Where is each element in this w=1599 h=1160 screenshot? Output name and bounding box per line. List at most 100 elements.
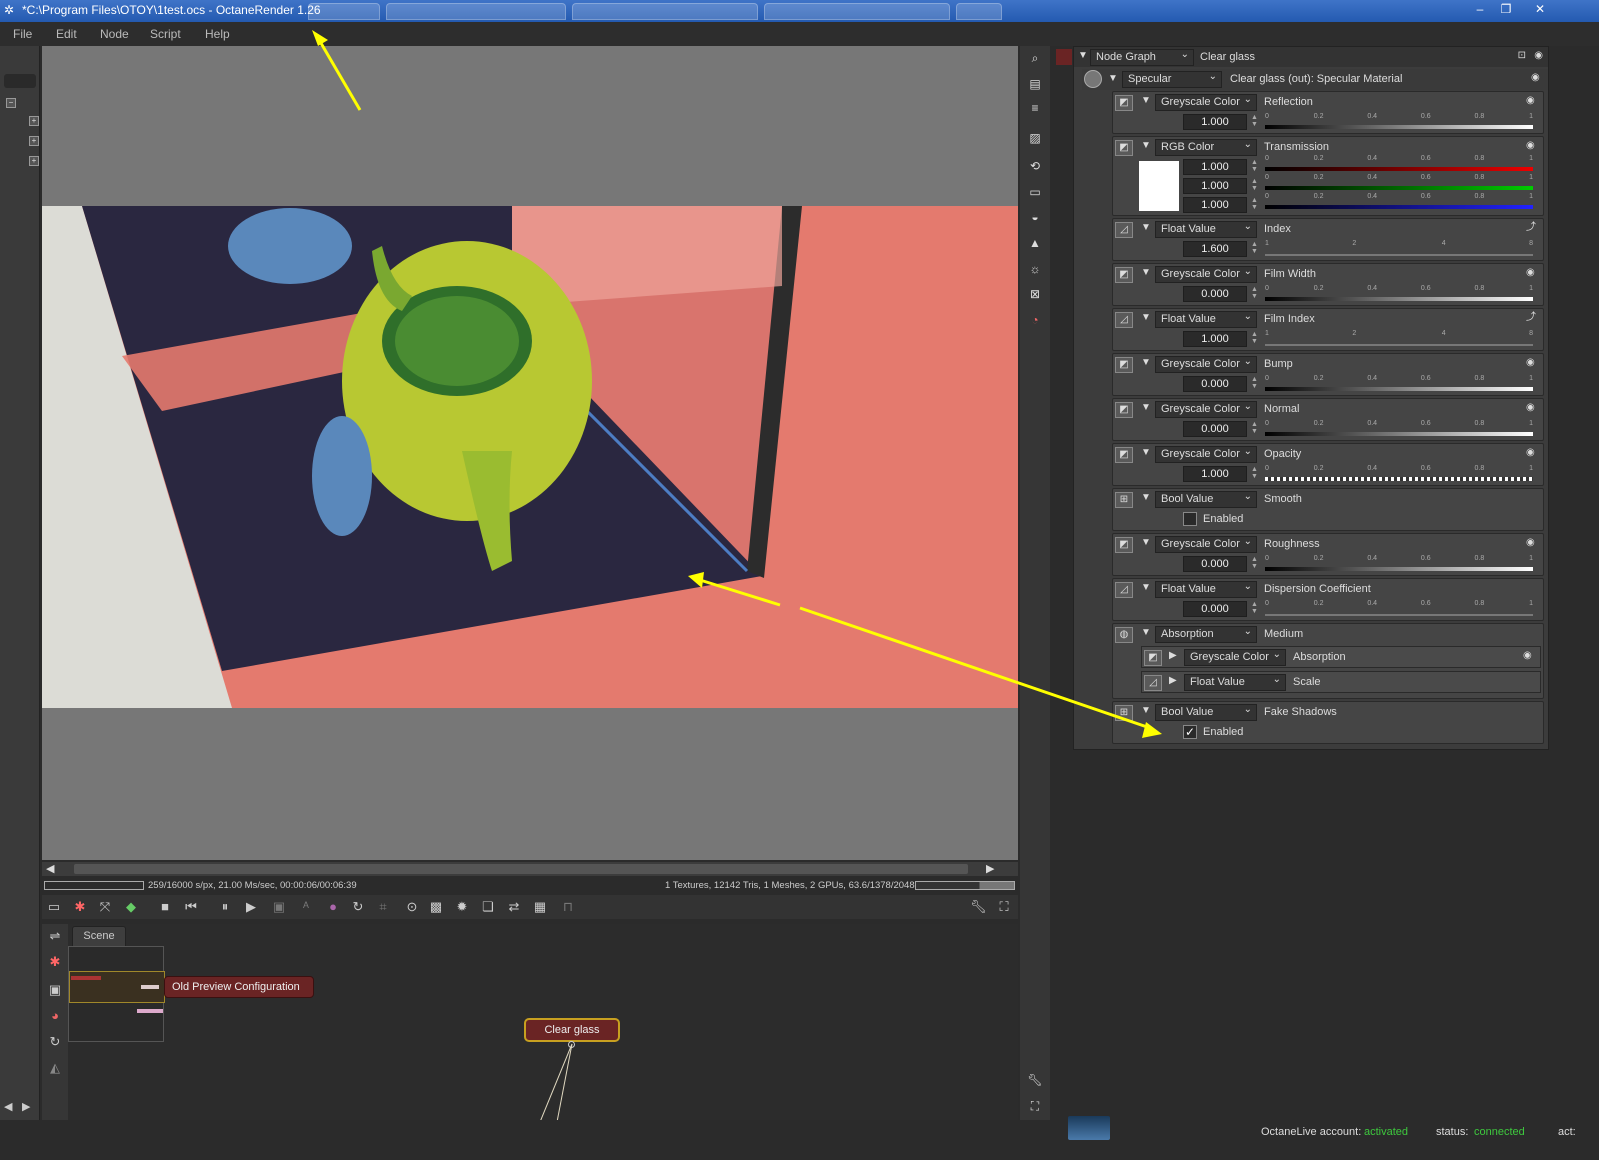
expand-icon[interactable]: + (29, 156, 39, 166)
type-dropdown[interactable]: Greyscale Color (1155, 444, 1257, 463)
value-slider[interactable]: 1 2 4 8 (1265, 240, 1533, 256)
scroll-thumb[interactable] (74, 864, 968, 874)
collapse-triangle-icon[interactable]: ▼ (1141, 312, 1151, 323)
menu-edit[interactable]: Edit (56, 27, 77, 41)
fullscreen-icon[interactable]: ⛶ (996, 899, 1012, 915)
value-slider[interactable]: 0 0.2 0.4 0.6 0.8 1 (1265, 285, 1533, 301)
value-input[interactable]: 1.600 (1183, 241, 1247, 257)
save-image-icon[interactable]: ▦ (532, 899, 548, 915)
collapse-triangle-icon[interactable]: ▼ (1141, 447, 1151, 458)
sun-icon[interactable]: ☼ (1027, 261, 1043, 277)
value-input[interactable]: 0.000 (1183, 286, 1247, 302)
green-slider[interactable]: 0 0.2 0.4 0.6 0.8 1 (1265, 174, 1533, 190)
node-old-preview-configuration[interactable]: Old Preview Configuration (164, 976, 314, 998)
search-node-icon[interactable]: ⌕ (1027, 50, 1043, 66)
refresh-icon[interactable]: ↻ (350, 899, 366, 915)
material-icon[interactable]: ◕ (47, 1008, 63, 1024)
spin-icon[interactable]: ▲ ▼ (1251, 178, 1259, 194)
viewport-scrollbar[interactable]: ◀ ▶ (42, 862, 1018, 876)
value-input[interactable]: 1.000 (1183, 114, 1247, 130)
value-slider[interactable]: 0 0.2 0.4 0.6 0.8 1 (1265, 600, 1533, 616)
lock-icon[interactable]: ⊓ (560, 899, 576, 915)
outliner-tab[interactable] (4, 74, 36, 88)
camera-icon[interactable]: ↻ (47, 1034, 63, 1050)
prev-icon[interactable]: ◀ (4, 1100, 12, 1113)
material-preview-icon[interactable]: ◔ (1027, 312, 1043, 328)
menu-help[interactable]: Help (205, 27, 230, 41)
collapse-triangle-icon[interactable]: ▼ (1141, 95, 1151, 106)
fake-shadows-checkbox[interactable]: ✓ (1183, 725, 1197, 739)
type-dropdown[interactable]: Greyscale Color (1155, 534, 1257, 553)
imager-icon[interactable]: ▲ (1027, 235, 1043, 251)
minimize-button[interactable]: – (1468, 1, 1492, 18)
camera-view-icon[interactable]: ▭ (46, 899, 62, 915)
type-dropdown[interactable]: RGB Color (1155, 137, 1257, 156)
type-dropdown[interactable]: Absorption (1155, 624, 1257, 643)
type-dropdown[interactable]: Greyscale Color (1155, 354, 1257, 373)
spin-icon[interactable]: ▲ ▼ (1251, 114, 1259, 130)
value-input[interactable]: 0.000 (1183, 421, 1247, 437)
render-viewport[interactable] (42, 46, 1018, 860)
render-settings-icon[interactable]: ▤ (1027, 76, 1043, 92)
collapse-triangle-icon[interactable]: ▼ (1078, 50, 1088, 61)
layers-icon[interactable]: ≡ (1027, 100, 1043, 116)
value-input[interactable]: 1.000 (1183, 466, 1247, 482)
type-dropdown[interactable]: Greyscale Color (1155, 264, 1257, 283)
spin-icon[interactable]: ▲ ▼ (1251, 331, 1259, 347)
value-slider[interactable]: 0 0.2 0.4 0.6 0.8 1 (1265, 465, 1533, 481)
zoom-icon[interactable]: ⊙ (404, 899, 420, 915)
eye-icon[interactable]: ◉ (1526, 538, 1538, 548)
eye-icon[interactable]: ◉ (1534, 50, 1543, 61)
type-dropdown[interactable]: Greyscale Color (1155, 399, 1257, 418)
node-graph-dropdown[interactable]: Node Graph (1090, 47, 1194, 66)
film-icon[interactable]: ▭ (1027, 184, 1043, 200)
eye-icon[interactable]: ◉ (1531, 73, 1543, 83)
type-dropdown[interactable]: Float Value (1184, 672, 1286, 691)
wrench-icon[interactable]: 🔧︎ (1027, 1072, 1043, 1088)
region-icon[interactable]: ⌗ (375, 899, 391, 915)
type-dropdown[interactable]: Float Value (1155, 579, 1257, 598)
value-input[interactable]: 1.000 (1183, 331, 1247, 347)
focus-picker-icon[interactable]: ⤧ (97, 899, 113, 915)
value-slider[interactable]: 0 0.2 0.4 0.6 0.8 1 (1265, 420, 1533, 436)
spin-icon[interactable]: ▲ ▼ (1251, 421, 1259, 437)
menu-node[interactable]: Node (100, 27, 129, 41)
collapse-triangle-icon[interactable]: ▼ (1141, 402, 1151, 413)
value-input[interactable]: 0.000 (1183, 601, 1247, 617)
value-input[interactable]: 0.000 (1183, 376, 1247, 392)
eye-icon[interactable]: ◉ (1526, 96, 1538, 106)
next-icon[interactable]: ▶ (22, 1100, 30, 1113)
value-slider[interactable]: 0 0.2 0.4 0.6 0.8 1 (1265, 555, 1533, 571)
expand-triangle-icon[interactable]: ▶ (1169, 650, 1177, 661)
eye-icon[interactable]: ◉ (1526, 403, 1538, 413)
reset-node-icon[interactable]: ✱ (47, 954, 63, 970)
collapse-triangle-icon[interactable]: ▼ (1141, 492, 1151, 503)
value-slider[interactable]: 0 0.2 0.4 0.6 0.8 1 (1265, 113, 1533, 129)
spin-icon[interactable]: ▲ ▼ (1251, 286, 1259, 302)
node-graph-area[interactable]: Scene Old Preview Configuration Clear gl… (42, 924, 1018, 1122)
expand-triangle-icon[interactable]: ▶ (1169, 675, 1177, 686)
expand-icon[interactable]: + (29, 116, 39, 126)
red-input[interactable]: 1.000 (1183, 159, 1247, 175)
environment-icon[interactable]: ◒ (1027, 209, 1043, 225)
collapse-triangle-icon[interactable]: ▼ (1141, 140, 1151, 151)
spin-icon[interactable]: ▲ ▼ (1251, 241, 1259, 257)
collapse-triangle-icon[interactable]: ▼ (1141, 627, 1151, 638)
collapse-triangle-icon[interactable]: ▼ (1141, 537, 1151, 548)
restart-icon[interactable]: ⏮ (183, 899, 199, 915)
wrench-icon[interactable]: 🔧︎ (970, 899, 987, 915)
arrange-icon[interactable]: ⇌ (47, 928, 63, 944)
value-slider[interactable]: 1 2 4 8 (1265, 330, 1533, 346)
value-slider[interactable]: 0 0.2 0.4 0.6 0.8 1 (1265, 375, 1533, 391)
fullscreen-icon[interactable]: ⛶ (1027, 1098, 1043, 1114)
color-swatch[interactable] (1139, 161, 1179, 211)
material-picker-icon[interactable]: ◆ (123, 899, 139, 915)
geometry-icon[interactable]: ◭ (47, 1060, 63, 1076)
blue-slider[interactable]: 0 0.2 0.4 0.6 0.8 1 (1265, 193, 1533, 209)
close-button[interactable]: ✕ (1528, 1, 1552, 18)
render-target-icon[interactable]: ▣ (47, 982, 63, 998)
node-clear-glass[interactable]: Clear glass (524, 1018, 620, 1042)
spin-icon[interactable]: ▲ ▼ (1251, 601, 1259, 617)
type-dropdown[interactable]: Float Value (1155, 219, 1257, 238)
image-icon[interactable]: ▨ (1027, 130, 1043, 146)
